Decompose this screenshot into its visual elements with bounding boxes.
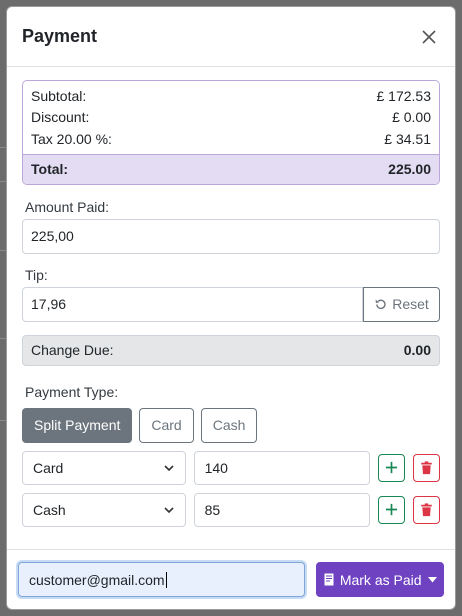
payment-method-select[interactable]: Cash xyxy=(22,492,186,527)
payment-modal: Payment Subtotal: £ 172.53 Discount: £ 0… xyxy=(6,6,456,610)
amount-paid-label: Amount Paid: xyxy=(25,198,110,215)
customer-email-input[interactable]: customer@gmail.com xyxy=(18,562,306,597)
reset-tip-button[interactable]: Reset xyxy=(363,286,440,322)
modal-body: Subtotal: £ 172.53 Discount: £ 0.00 Tax … xyxy=(7,67,455,527)
total-row: Total: 225.00 xyxy=(23,153,439,184)
subtotal-row: Subtotal: £ 172.53 xyxy=(23,85,439,107)
plus-icon xyxy=(386,461,398,474)
email-value: customer@gmail.com xyxy=(29,571,165,588)
card-button[interactable]: Card xyxy=(139,407,194,443)
tax-label: Tax 20.00 %: xyxy=(31,130,112,147)
change-due-label: Change Due: xyxy=(31,342,114,358)
mark-as-paid-button[interactable]: Mark as Paid xyxy=(316,562,444,597)
change-due-value: 0.00 xyxy=(403,342,431,358)
delete-split-button[interactable] xyxy=(413,453,440,482)
discount-value: £ 0.00 xyxy=(392,109,431,126)
split-amount-input[interactable]: 140 xyxy=(193,450,371,485)
split-row: Card 140 xyxy=(22,450,440,485)
add-split-button[interactable] xyxy=(378,495,406,524)
tax-row: Tax 20.00 %: £ 34.51 xyxy=(23,128,439,150)
chevron-down-icon xyxy=(164,506,174,513)
discount-label: Discount: xyxy=(31,109,90,126)
payment-method-value: Card xyxy=(33,459,64,476)
close-icon xyxy=(422,29,436,44)
tax-value: £ 34.51 xyxy=(384,130,431,147)
subtotal-value: £ 172.53 xyxy=(376,87,432,104)
subtotal-label: Subtotal: xyxy=(31,87,87,104)
undo-icon xyxy=(375,299,386,309)
reset-label: Reset xyxy=(392,296,429,312)
tip-group: Tip: 17,96 Reset xyxy=(22,267,440,322)
modal-footer: customer@gmail.com Mark as Paid xyxy=(7,549,455,609)
mark-as-paid-label: Mark as Paid xyxy=(339,571,422,588)
payment-type-label: Payment Type: xyxy=(25,383,119,400)
chevron-down-icon xyxy=(164,464,174,471)
caret-down-icon[interactable] xyxy=(427,576,437,583)
split-payment-button[interactable]: Split Payment xyxy=(22,407,133,443)
change-due-field: Change Due: 0.00 xyxy=(22,334,440,366)
plus-icon xyxy=(386,503,398,516)
split-row: Cash 85 xyxy=(22,492,440,527)
modal-header: Payment xyxy=(7,7,455,67)
cash-button[interactable]: Cash xyxy=(200,407,258,443)
delete-split-button[interactable] xyxy=(413,495,440,524)
amount-paid-group: Amount Paid: 225,00 xyxy=(22,199,440,254)
trash-icon xyxy=(421,460,432,474)
add-split-button[interactable] xyxy=(378,453,406,482)
tip-input[interactable]: 17,96 xyxy=(22,286,363,322)
payment-method-select[interactable]: Card xyxy=(22,450,186,485)
modal-title: Payment xyxy=(22,26,98,46)
payment-method-value: Cash xyxy=(33,501,66,518)
close-button[interactable] xyxy=(418,26,440,48)
split-amount-input[interactable]: 85 xyxy=(193,492,371,527)
order-summary: Subtotal: £ 172.53 Discount: £ 0.00 Tax … xyxy=(22,80,440,185)
receipt-icon xyxy=(324,573,334,586)
total-label: Total: xyxy=(31,161,69,177)
trash-icon xyxy=(421,502,432,516)
amount-paid-input[interactable]: 225,00 xyxy=(22,218,440,254)
tip-label: Tip: xyxy=(25,266,48,283)
total-value: 225.00 xyxy=(388,161,431,177)
text-caret xyxy=(165,571,167,588)
payment-type-buttons: Split Payment Card Cash xyxy=(22,407,440,443)
discount-row: Discount: £ 0.00 xyxy=(23,107,439,129)
